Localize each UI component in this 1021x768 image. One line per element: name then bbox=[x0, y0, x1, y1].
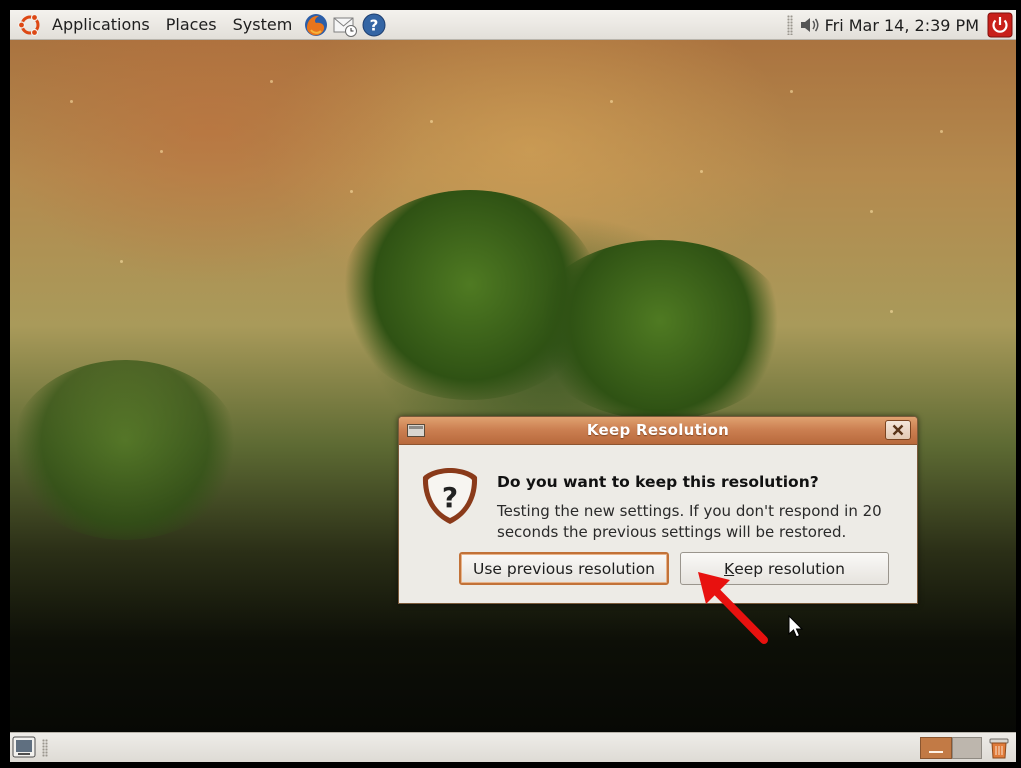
power-icon[interactable] bbox=[987, 12, 1013, 38]
bottom-panel bbox=[10, 732, 1016, 762]
trash-icon[interactable] bbox=[988, 736, 1010, 760]
dialog-titlebar[interactable]: Keep Resolution bbox=[399, 417, 917, 445]
use-previous-resolution-label: Use previous resolution bbox=[472, 559, 656, 578]
dialog-title: Keep Resolution bbox=[586, 421, 730, 439]
volume-icon[interactable] bbox=[799, 15, 821, 35]
background-speck bbox=[870, 210, 873, 213]
question-icon: ? bbox=[422, 468, 478, 524]
panel-right-area: Fri Mar 14, 2:39 PM bbox=[786, 10, 1016, 40]
background-speck bbox=[350, 190, 353, 193]
tree-foliage bbox=[530, 240, 790, 420]
background-speck bbox=[160, 150, 163, 153]
show-desktop-icon[interactable] bbox=[12, 736, 36, 758]
panel-drag-handle[interactable] bbox=[786, 15, 793, 35]
workspace-1-active[interactable] bbox=[920, 737, 952, 759]
background-speck bbox=[70, 100, 73, 103]
firefox-icon[interactable] bbox=[303, 12, 329, 38]
background-speck bbox=[610, 100, 613, 103]
background-speck bbox=[890, 310, 893, 313]
menu-applications[interactable]: Applications bbox=[44, 10, 158, 40]
desktop: Applications Places System ? Fri Mar 14,… bbox=[10, 10, 1016, 762]
background-speck bbox=[120, 260, 123, 263]
svg-text:?: ? bbox=[442, 481, 458, 514]
background-speck bbox=[430, 120, 433, 123]
clock[interactable]: Fri Mar 14, 2:39 PM bbox=[825, 16, 979, 35]
bush-foliage bbox=[10, 360, 240, 540]
workspace-2[interactable] bbox=[952, 737, 982, 759]
keep-resolution-dialog: Keep Resolution ? Do you want to keep th… bbox=[398, 416, 918, 604]
background-speck bbox=[940, 130, 943, 133]
menu-system[interactable]: System bbox=[225, 10, 301, 40]
panel-drag-handle[interactable] bbox=[42, 739, 48, 757]
top-panel: Applications Places System ? Fri Mar 14,… bbox=[10, 10, 1016, 40]
ubuntu-logo-icon[interactable] bbox=[18, 13, 42, 37]
close-icon bbox=[892, 424, 904, 436]
dialog-message: Testing the new settings. If you don't r… bbox=[497, 502, 882, 541]
background-speck bbox=[270, 80, 273, 83]
help-icon[interactable]: ? bbox=[361, 12, 387, 38]
background-speck bbox=[700, 170, 703, 173]
background-speck bbox=[790, 90, 793, 93]
close-button[interactable] bbox=[885, 420, 911, 440]
mail-icon[interactable] bbox=[332, 12, 358, 38]
dialog-heading: Do you want to keep this resolution? bbox=[497, 473, 819, 491]
mouse-pointer-icon bbox=[788, 615, 804, 638]
menu-places[interactable]: Places bbox=[158, 10, 225, 40]
use-previous-resolution-button[interactable]: Use previous resolution bbox=[459, 552, 669, 585]
red-arrow-annotation bbox=[698, 572, 768, 644]
svg-text:?: ? bbox=[370, 16, 379, 34]
